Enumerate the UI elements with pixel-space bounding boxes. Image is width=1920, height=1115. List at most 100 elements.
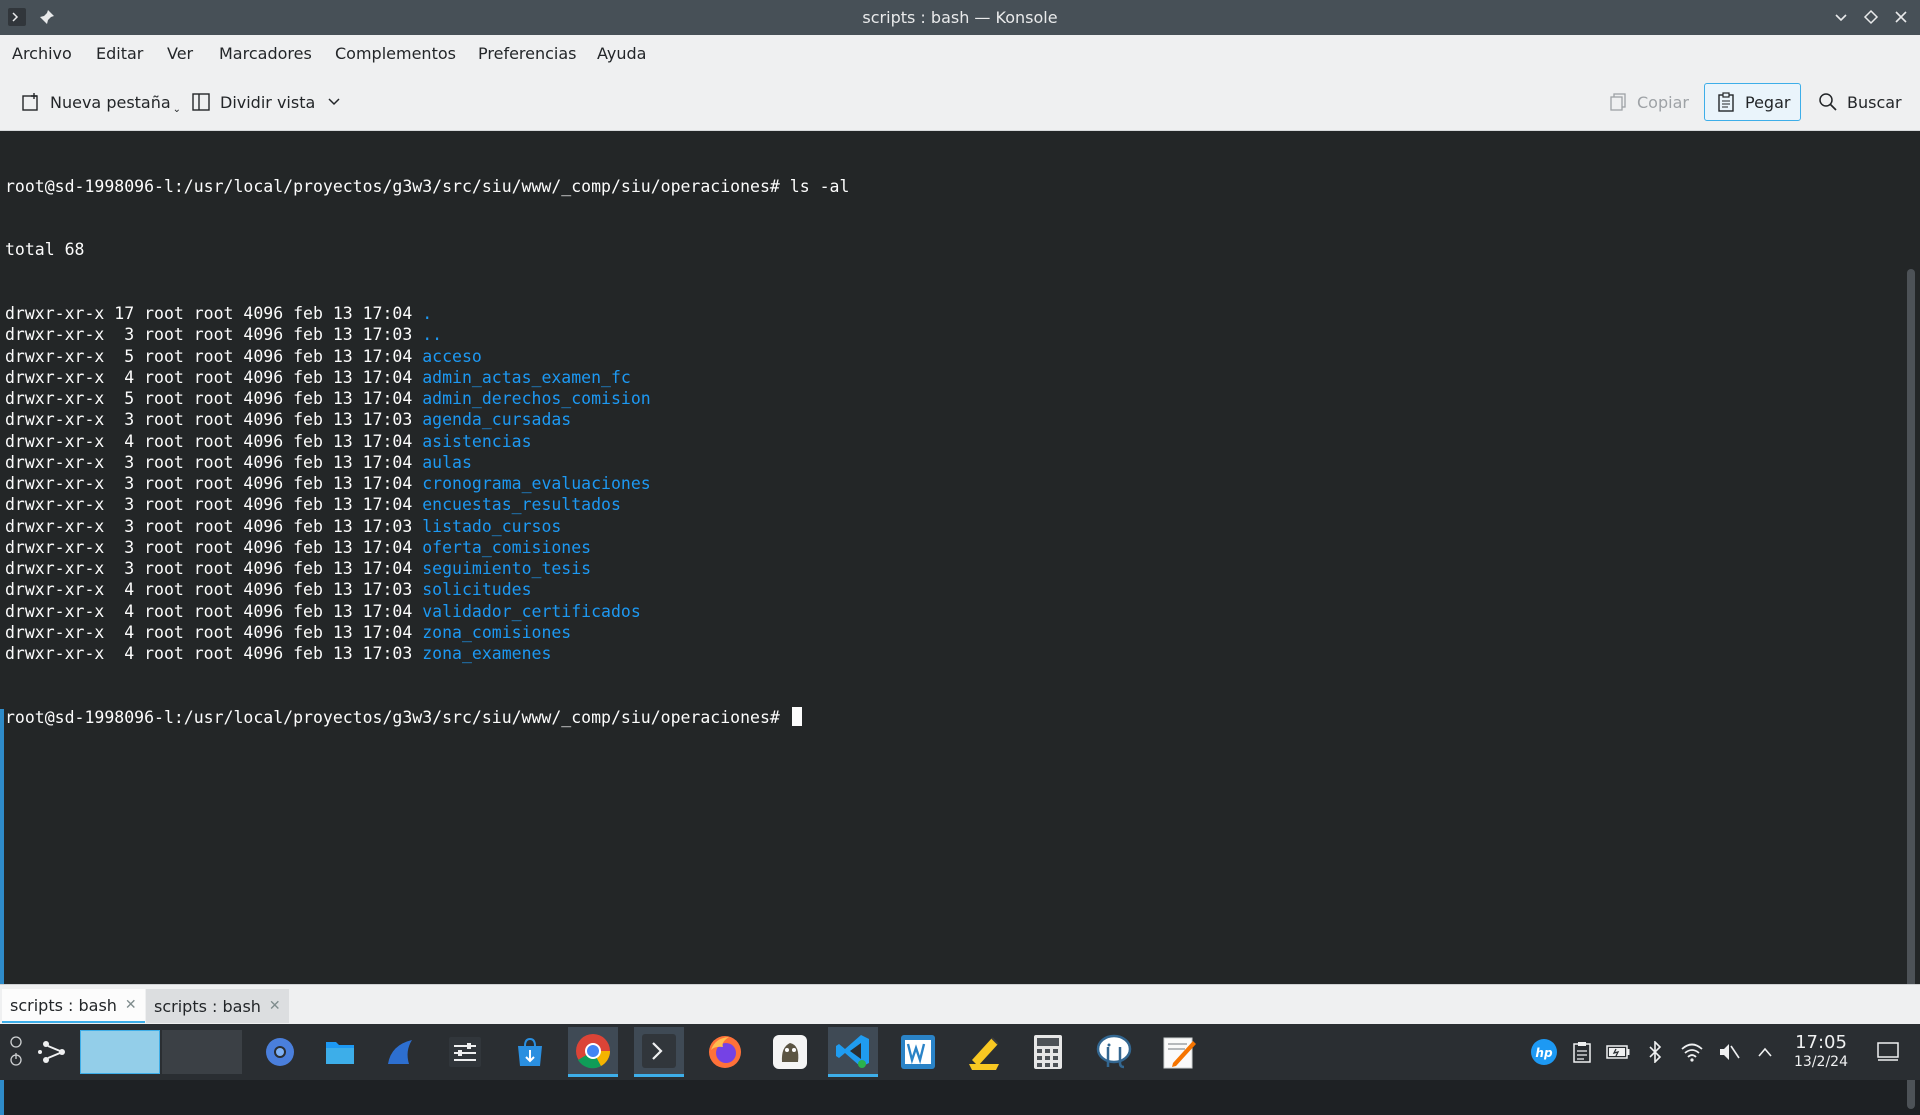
- tab-scripts-bash-2[interactable]: scripts : bash ✕: [146, 989, 289, 1023]
- hp-icon[interactable]: hp: [1530, 1039, 1558, 1065]
- postgresql-icon[interactable]: [1089, 1027, 1139, 1077]
- copy-button[interactable]: Copiar: [1607, 83, 1689, 121]
- session-icon[interactable]: [8, 1032, 24, 1076]
- text-editor-icon[interactable]: [1155, 1027, 1205, 1077]
- notes-icon[interactable]: [959, 1027, 1009, 1077]
- volume-muted-icon[interactable]: [1717, 1040, 1741, 1064]
- listing-row: drwxr-xr-x 3 root root 4096 feb 13 17:04…: [5, 473, 849, 494]
- listing-row: drwxr-xr-x 3 root root 4096 feb 13 17:04…: [5, 494, 849, 515]
- clock[interactable]: 17:05 13/2/24: [1790, 1033, 1852, 1071]
- listing-row: drwxr-xr-x 4 root root 4096 feb 13 17:04…: [5, 431, 849, 452]
- total-line: total 68: [5, 240, 85, 260]
- entry-metadata: drwxr-xr-x 4 root root 4096 feb 13 17:04: [5, 622, 423, 642]
- directory-name: admin_actas_examen_fc: [422, 367, 631, 387]
- command-line: root@sd-1998096-l:/usr/local/proyectos/g…: [5, 176, 849, 197]
- svg-text:hp: hp: [1535, 1046, 1553, 1060]
- bluetooth-icon[interactable]: [1643, 1040, 1667, 1064]
- entry-metadata: drwxr-xr-x 3 root root 4096 feb 13 17:04: [5, 559, 423, 578]
- entry-metadata: drwxr-xr-x 4 root root 4096 feb 13 17:04: [5, 601, 423, 621]
- listing-row: drwxr-xr-x 4 root root 4096 feb 13 17:04…: [5, 367, 849, 388]
- app-launcher-icon[interactable]: [36, 1034, 72, 1074]
- maximize-icon[interactable]: [1860, 6, 1882, 28]
- chevron-up-icon[interactable]: [1753, 1040, 1777, 1064]
- scrollbar[interactable]: [1907, 269, 1915, 1109]
- entry-metadata: drwxr-xr-x 4 root root 4096 feb 13 17:03: [5, 644, 423, 663]
- entry-metadata: drwxr-xr-x 3 root root 4096 feb 13 17:04: [5, 495, 423, 515]
- directory-name: zona_examenes: [422, 644, 552, 663]
- listing-row: drwxr-xr-x 4 root root 4096 feb 13 17:03…: [5, 579, 849, 600]
- directory-name: .: [422, 304, 433, 323]
- split-view-button[interactable]: Dividir vista: [190, 83, 341, 121]
- search-icon: [1817, 91, 1839, 113]
- text-cursor: [791, 706, 802, 726]
- entry-metadata: drwxr-xr-x 3 root root 4096 feb 13 17:03: [5, 516, 423, 536]
- directory-name: validador_certificados: [422, 601, 641, 621]
- listing-row: drwxr-xr-x 3 root root 4096 feb 13 17:04…: [5, 452, 849, 473]
- search-button[interactable]: Buscar: [1817, 83, 1902, 121]
- listing-row: drwxr-xr-x 3 root root 4096 feb 13 17:03…: [5, 516, 849, 537]
- menu-bar: Archivo Editar Ver Marcadores Complement…: [0, 35, 1920, 73]
- listing-row: drwxr-xr-x 3 root root 4096 feb 13 17:03…: [5, 324, 849, 345]
- close-tab-icon[interactable]: ✕: [269, 998, 281, 1014]
- menu-archivo[interactable]: Archivo: [12, 35, 72, 73]
- chromium-icon[interactable]: [255, 1027, 305, 1077]
- minimize-icon[interactable]: [1830, 6, 1852, 28]
- directory-name: solicitudes: [422, 580, 532, 600]
- window-titlebar[interactable]: scripts : bash — Konsole: [0, 0, 1920, 35]
- close-icon[interactable]: [1890, 6, 1912, 28]
- tab-bar: scripts : bash ✕ scripts : bash ✕: [0, 984, 1920, 1024]
- konsole-icon[interactable]: [634, 1027, 684, 1077]
- listing-row: drwxr-xr-x 17 root root 4096 feb 13 17:0…: [5, 303, 849, 324]
- battery-icon[interactable]: [1606, 1040, 1630, 1064]
- file-manager-icon[interactable]: [315, 1027, 365, 1077]
- menu-marcadores[interactable]: Marcadores: [219, 35, 312, 73]
- listing-row: drwxr-xr-x 4 root root 4096 feb 13 17:04…: [5, 622, 849, 643]
- chevron-down-icon[interactable]: ⌄: [173, 104, 181, 115]
- split-view-label: Dividir vista: [220, 92, 316, 112]
- entry-metadata: drwxr-xr-x 4 root root 4096 feb 13 17:04: [5, 431, 423, 451]
- entry-metadata: drwxr-xr-x 4 root root 4096 feb 13 17:04: [5, 367, 423, 387]
- wps-writer-icon[interactable]: [893, 1027, 943, 1077]
- gimp-icon[interactable]: [765, 1027, 815, 1077]
- menu-ayuda[interactable]: Ayuda: [597, 35, 646, 73]
- search-label: Buscar: [1847, 92, 1902, 112]
- tab-label: scripts : bash: [154, 996, 261, 1016]
- menu-ver[interactable]: Ver: [167, 35, 193, 73]
- window-title: scripts : bash — Konsole: [862, 8, 1058, 27]
- vscode-icon[interactable]: [828, 1027, 878, 1077]
- system-settings-icon[interactable]: [440, 1027, 490, 1077]
- paste-button[interactable]: Pegar: [1704, 83, 1802, 121]
- directory-listing: drwxr-xr-x 17 root root 4096 feb 13 17:0…: [5, 303, 849, 664]
- chevron-down-icon[interactable]: [327, 93, 341, 112]
- copy-label: Copiar: [1637, 92, 1689, 112]
- firefox-icon[interactable]: [700, 1027, 750, 1077]
- entry-metadata: drwxr-xr-x 3 root root 4096 feb 13 17:04: [5, 452, 423, 472]
- listing-row: drwxr-xr-x 5 root root 4096 feb 13 17:04…: [5, 346, 849, 367]
- directory-name: admin_derechos_comision: [422, 389, 651, 408]
- menu-preferencias[interactable]: Preferencias: [478, 35, 577, 73]
- copy-icon: [1607, 91, 1629, 113]
- calculator-icon[interactable]: [1023, 1027, 1073, 1077]
- directory-name: oferta_comisiones: [422, 537, 592, 557]
- kde-connect-icon[interactable]: [375, 1027, 425, 1077]
- prompt: root@sd-1998096-l:/usr/local/proyectos/g…: [5, 176, 790, 196]
- virtual-desktop-1[interactable]: [80, 1030, 160, 1074]
- menu-complementos[interactable]: Complementos: [335, 35, 456, 73]
- virtual-desktop-2[interactable]: [162, 1030, 242, 1074]
- entry-metadata: drwxr-xr-x 3 root root 4096 feb 13 17:04: [5, 474, 423, 493]
- close-tab-icon[interactable]: ✕: [125, 997, 137, 1013]
- menu-editar[interactable]: Editar: [96, 35, 143, 73]
- chrome-icon[interactable]: [568, 1027, 618, 1077]
- entry-metadata: drwxr-xr-x 3 root root 4096 feb 13 17:04: [5, 537, 423, 557]
- directory-name: cronograma_evaluaciones: [422, 474, 651, 493]
- clipboard-icon[interactable]: [1570, 1040, 1594, 1064]
- wifi-icon[interactable]: [1680, 1040, 1704, 1064]
- discover-icon[interactable]: [505, 1027, 555, 1077]
- directory-name: asistencias: [422, 431, 532, 451]
- tab-label: scripts : bash: [10, 995, 117, 1015]
- tab-scripts-bash-1[interactable]: scripts : bash ✕: [2, 989, 145, 1023]
- terminal-view[interactable]: root@sd-1998096-l:/usr/local/proyectos/g…: [0, 131, 1920, 1115]
- show-desktop-icon[interactable]: [1876, 1040, 1900, 1064]
- new-tab-button[interactable]: Nueva pestaña ⌄: [20, 83, 181, 121]
- entry-metadata: drwxr-xr-x 5 root root 4096 feb 13 17:04: [5, 389, 423, 408]
